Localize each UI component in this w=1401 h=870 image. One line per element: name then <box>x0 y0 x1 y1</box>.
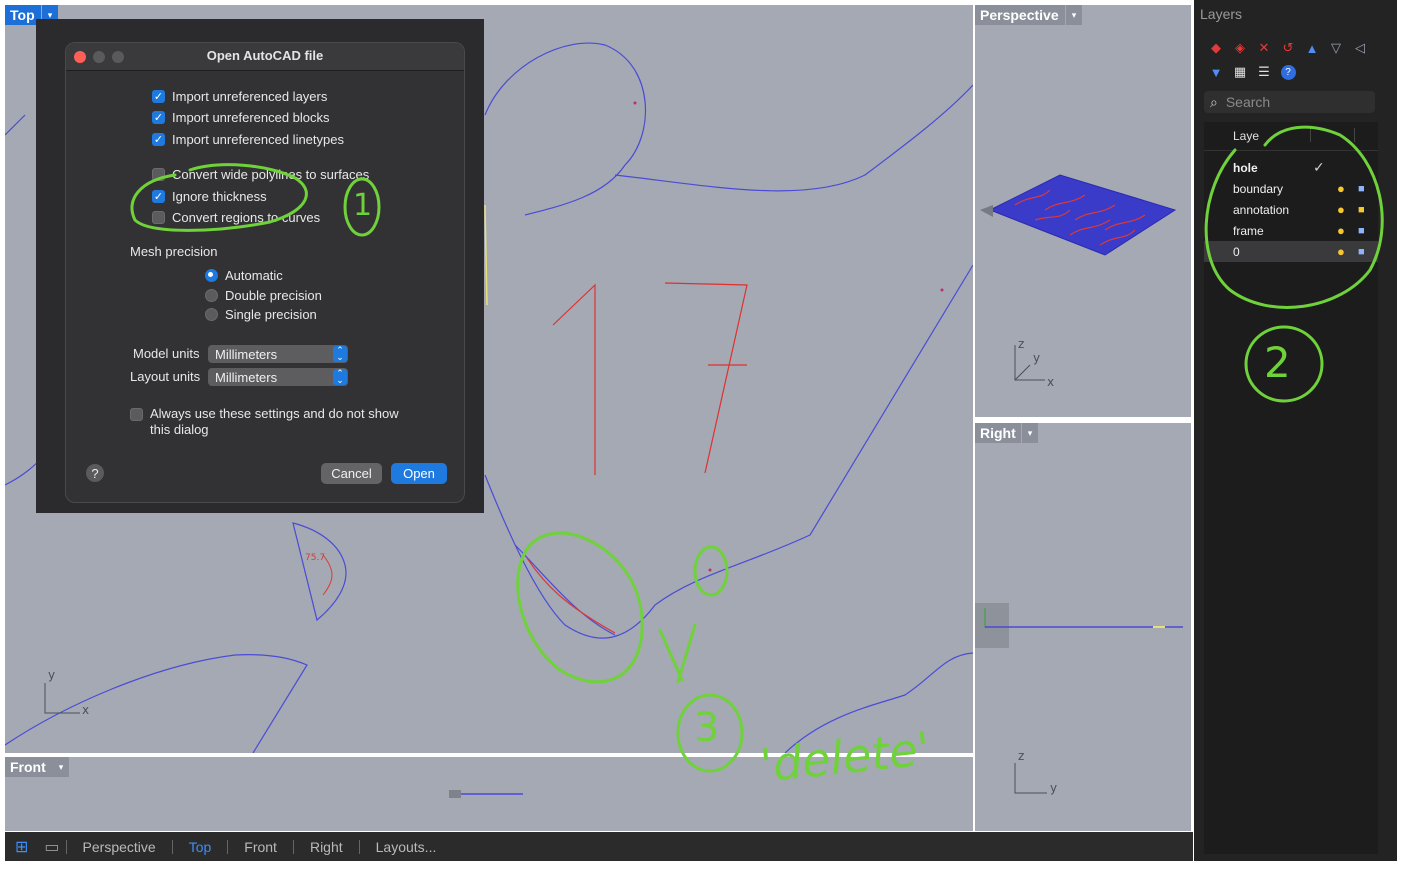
perspective-viewport[interactable]: z y x Perspective ▾ <box>975 5 1191 417</box>
new-sublayer-icon[interactable]: ◈ <box>1232 40 1248 56</box>
filter-icon[interactable]: ▼ <box>1208 64 1224 80</box>
tab-top[interactable]: Top <box>179 839 222 855</box>
four-viewports-icon[interactable]: ⊞ <box>15 837 28 857</box>
annotation-mark-2: 2 <box>1264 338 1291 387</box>
move-up-icon[interactable]: ▲ <box>1304 40 1320 56</box>
select-stepper-icon: ⌃ ⌄ <box>333 346 347 362</box>
lock-icon[interactable]: ■ <box>1358 246 1365 258</box>
viewport-label-front[interactable]: Front <box>5 757 55 777</box>
grid-icon[interactable]: ▦ <box>1232 64 1248 80</box>
checkbox-unchecked[interactable] <box>130 408 143 421</box>
checkbox-unchecked[interactable] <box>152 168 165 181</box>
delete-icon[interactable]: ✕ <box>1256 40 1272 56</box>
help-button[interactable]: ? <box>86 464 104 482</box>
layer-row-boundary[interactable]: boundary ● ■ <box>1204 178 1378 199</box>
perspective-geometry <box>980 174 1177 381</box>
undo-icon[interactable]: ↺ <box>1280 40 1296 56</box>
current-layer-checkmark-icon: ✓ <box>1313 159 1325 175</box>
viewport-menu-caret[interactable]: ▾ <box>1022 423 1038 443</box>
layers-search-input[interactable]: ⌕ Search <box>1204 91 1375 113</box>
radio-double-precision[interactable]: Double precision <box>205 288 322 303</box>
checkbox-checked[interactable]: ✓ <box>152 190 165 203</box>
select-stepper-icon: ⌃ ⌄ <box>333 369 347 385</box>
axis-label-y: y <box>48 668 56 682</box>
open-autocad-dialog: Open AutoCAD file ✓ Import unreferenced l… <box>65 42 465 503</box>
model-units-select[interactable]: Millimeters ⌃ ⌄ <box>208 345 348 363</box>
move-down-icon[interactable]: ▽ <box>1328 40 1344 56</box>
layer-row-annotation[interactable]: annotation ● ■ <box>1204 199 1378 220</box>
tab-front[interactable]: Front <box>234 839 287 855</box>
axis-label-x: x <box>82 703 90 717</box>
layers-panel-title: Layers <box>1200 6 1243 22</box>
axis-label-y: y <box>1050 781 1058 795</box>
layer-row-hole[interactable]: hole ✓ <box>1204 157 1378 178</box>
checkbox-convert-regions[interactable]: Convert regions to curves <box>152 210 320 225</box>
axis-label-y: y <box>1033 351 1041 365</box>
checkbox-checked[interactable]: ✓ <box>152 133 165 146</box>
layers-column-header: Laye <box>1204 122 1378 151</box>
radio-unselected[interactable] <box>205 308 218 321</box>
axis-label-x: x <box>1047 375 1055 389</box>
radio-selected[interactable] <box>205 269 218 282</box>
layout-units-label: Layout units <box>130 369 201 384</box>
checkbox-import-linetypes[interactable]: ✓ Import unreferenced linetypes <box>152 132 344 147</box>
layers-panel: Layers ◆ ◈ ✕ ↺ ▲ ▽ ◁ ▼ ▦ ☰ ? ⌕ Search La… <box>1194 0 1397 861</box>
tab-layouts[interactable]: Layouts... <box>366 839 447 855</box>
layers-list: Laye hole ✓ boundary ● ■ annotation ● ■ … <box>1204 122 1378 854</box>
checkbox-unchecked[interactable] <box>152 211 165 224</box>
lock-icon[interactable]: ■ <box>1358 183 1365 195</box>
viewport-menu-caret[interactable]: ▾ <box>53 757 69 777</box>
checkbox-import-layers[interactable]: ✓ Import unreferenced layers <box>152 89 327 104</box>
checkbox-always-use-settings[interactable]: Always use these settings and do not sho… <box>130 406 399 438</box>
viewport-tab-bar: ⊞ ▭ Perspective Top Front Right Layouts.… <box>5 832 1193 861</box>
tab-right[interactable]: Right <box>300 839 353 855</box>
lightbulb-icon[interactable]: ● <box>1337 223 1345 238</box>
lightbulb-icon[interactable]: ● <box>1337 244 1345 259</box>
radio-single-precision[interactable]: Single precision <box>205 307 317 322</box>
checkbox-import-blocks[interactable]: ✓ Import unreferenced blocks <box>152 110 330 125</box>
radio-unselected[interactable] <box>205 289 218 302</box>
checkbox-checked[interactable]: ✓ <box>152 90 165 103</box>
dialog-title: Open AutoCAD file <box>206 48 324 63</box>
axis-label-z: z <box>1018 337 1025 351</box>
lightbulb-icon[interactable]: ● <box>1337 202 1345 217</box>
dialog-titlebar[interactable]: Open AutoCAD file <box>66 43 464 71</box>
lightbulb-icon[interactable]: ● <box>1337 181 1345 196</box>
right-geometry <box>975 603 1183 794</box>
checkbox-checked[interactable]: ✓ <box>152 111 165 124</box>
open-button[interactable]: Open <box>391 463 447 484</box>
collapse-icon[interactable]: ◁ <box>1352 40 1368 56</box>
single-viewport-icon[interactable]: ▭ <box>44 837 59 857</box>
viewport-label-perspective[interactable]: Perspective <box>975 5 1065 25</box>
layout-units-select[interactable]: Millimeters ⌃ ⌄ <box>208 368 348 386</box>
right-viewport[interactable]: z y Right ▾ <box>975 423 1191 831</box>
help-icon[interactable]: ? <box>1280 64 1296 80</box>
cancel-button[interactable]: Cancel <box>321 463 382 484</box>
axis-label-z: z <box>1018 749 1025 763</box>
list-icon[interactable]: ☰ <box>1256 64 1272 80</box>
checkbox-convert-wide-polylines[interactable]: Convert wide polylines to surfaces <box>152 167 369 182</box>
viewport-label-right[interactable]: Right <box>975 423 1021 443</box>
model-units-label: Model units <box>133 346 200 361</box>
mesh-precision-label: Mesh precision <box>130 244 218 259</box>
lock-icon[interactable]: ■ <box>1358 225 1365 237</box>
unlock-icon[interactable]: ■ <box>1358 204 1365 216</box>
tab-perspective[interactable]: Perspective <box>73 839 166 855</box>
viewport-menu-caret[interactable]: ▾ <box>1066 5 1082 25</box>
checkbox-ignore-thickness[interactable]: ✓ Ignore thickness <box>152 189 267 204</box>
search-icon: ⌕ <box>1210 93 1218 110</box>
layer-row-0[interactable]: 0 ● ■ <box>1204 241 1378 262</box>
layer-row-frame[interactable]: frame ● ■ <box>1204 220 1378 241</box>
annotation-mark-3: 3 <box>694 705 720 751</box>
new-layer-icon[interactable]: ◆ <box>1208 40 1224 56</box>
annotation-mark-1: 1 <box>353 188 373 223</box>
svg-text:75.7: 75.7 <box>305 553 325 563</box>
radio-automatic[interactable]: Automatic <box>205 268 283 283</box>
